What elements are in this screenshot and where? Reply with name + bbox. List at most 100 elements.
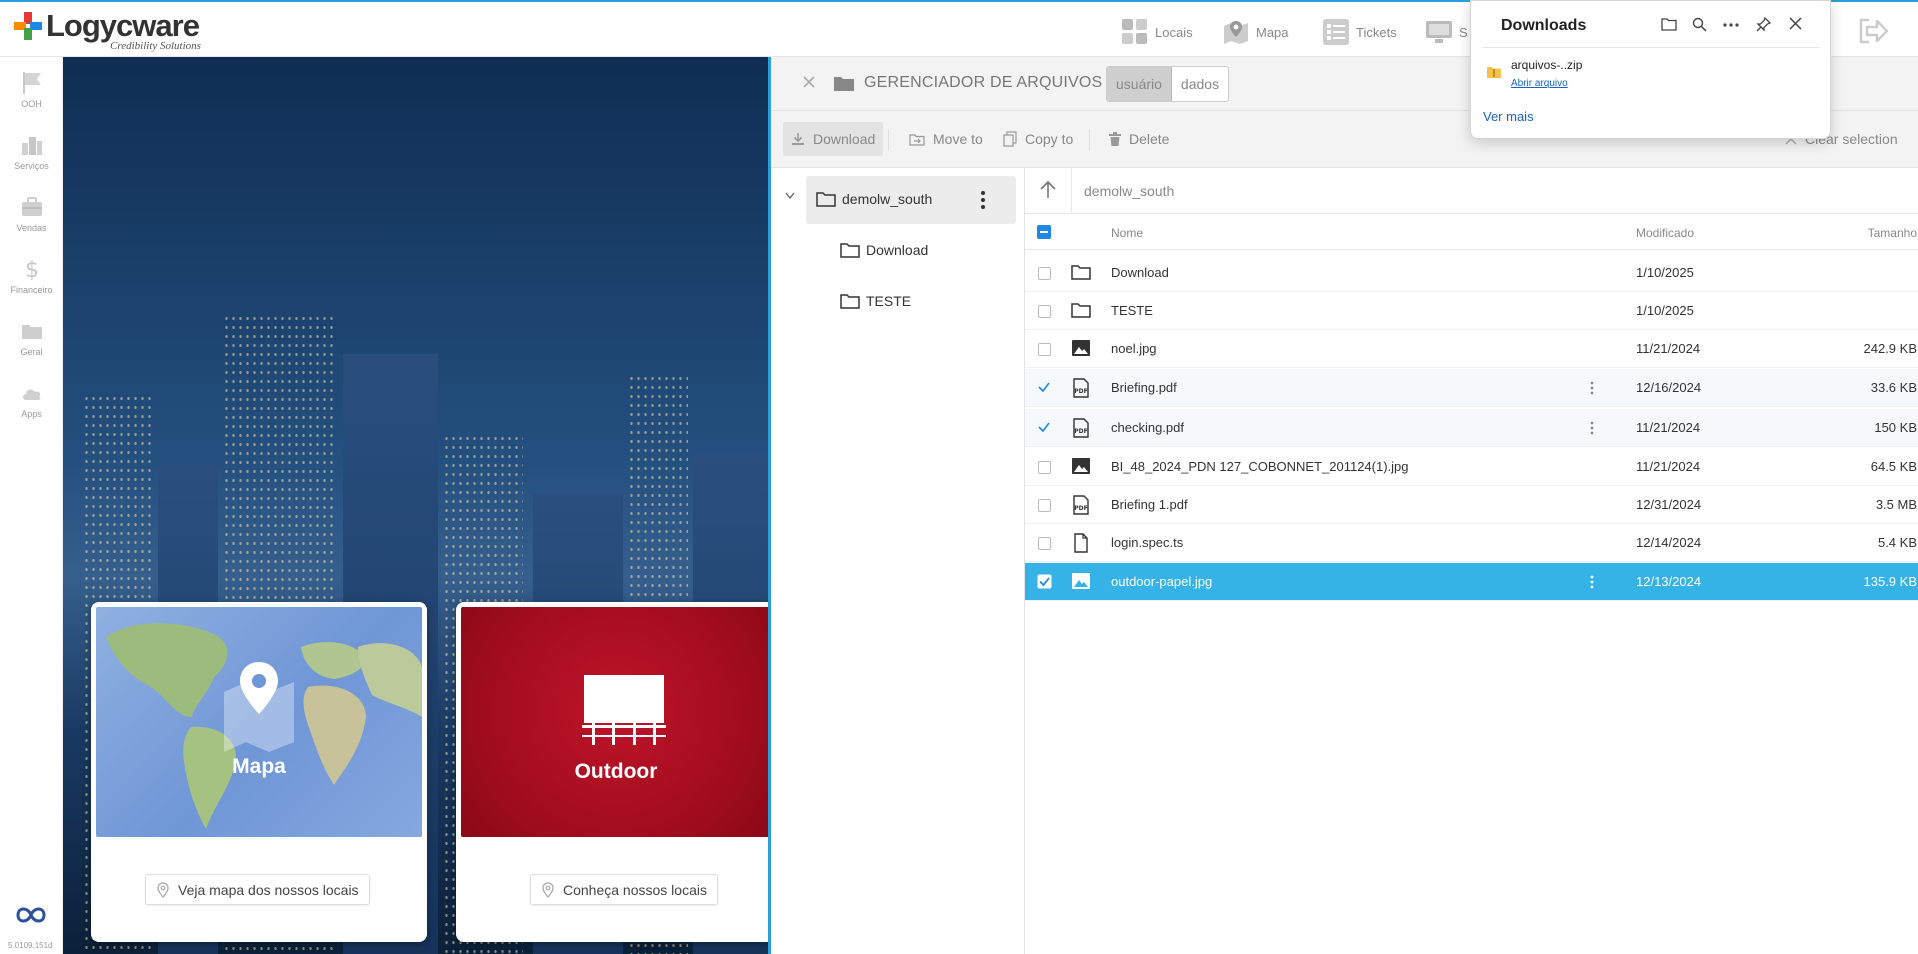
checkmark-icon[interactable] [1037,380,1051,394]
arrow-up-icon[interactable] [1039,180,1057,200]
move-label: Move to [933,131,983,147]
more-vert-icon[interactable] [1590,381,1594,395]
topnav-s[interactable]: S [1425,14,1468,50]
image-icon [1072,458,1090,474]
sidebar-item-financeiro[interactable]: $ Financeiro [0,257,63,295]
topnav-tickets[interactable]: Tickets [1322,14,1397,50]
hero-background: Mapa Veja mapa dos nossos locais Outdoor… [63,57,769,954]
sidebar-item-label: Apps [21,409,42,419]
select-all-checkbox[interactable] [1037,225,1051,239]
download-button[interactable]: Download [783,122,884,156]
file-size: 242.9 KB [1863,341,1918,356]
pdf-icon: PDF [1073,378,1089,398]
pdf-icon: PDF [1073,418,1089,438]
sidebar-item-ooh[interactable]: OOH [0,71,63,109]
sidebar-item-label: Financeiro [10,285,53,295]
tree-item-label: Download [866,242,929,258]
file-row[interactable]: login.spec.ts 12/14/2024 5.4 KB [1025,524,1918,562]
monitor-icon [1426,21,1452,43]
card-button-label: Conheça nossos locais [563,881,707,898]
file-row[interactable]: TESTE 1/10/2025 [1025,292,1918,330]
data-source-toggle: usuário dados [1106,66,1230,102]
file-size: 150 KB [1874,420,1917,435]
sidebar-item-geral[interactable]: Geral [0,319,63,357]
search-icon[interactable] [1692,17,1707,32]
folder-open-icon[interactable] [1661,17,1677,31]
location-pin-icon [542,881,554,898]
copy-to-button[interactable]: Copy to [995,122,1081,156]
outdoor-locations-button[interactable]: Conheça nossos locais [530,874,718,905]
tree-root-folder[interactable]: demolw_south [806,176,1016,224]
file-row[interactable]: PDF Briefing 1.pdf 12/31/2024 3.5 MB [1025,486,1918,524]
brand-tagline: Credibility Solutions [110,40,201,52]
popup-divider [1483,47,1820,48]
download-icon [792,133,804,145]
file-row[interactable]: Download 1/10/2025 [1025,254,1918,292]
file-row[interactable]: BI_48_2024_PDN 127_COBONNET_201124(1).jp… [1025,448,1918,486]
checkbox-checked[interactable] [1037,574,1052,589]
file-modified: 12/16/2024 [1636,380,1702,395]
row-checkbox[interactable] [1038,305,1051,318]
folder-icon [834,77,854,91]
tree-root-name: demolw_south [842,191,933,207]
chevron-down-icon[interactable] [785,192,795,200]
file-row[interactable]: PDF Briefing.pdf 12/16/2024 33.6 KB [1025,369,1918,407]
sidebar-item-apps[interactable]: Apps [0,381,63,419]
column-name[interactable]: Nome [1111,226,1143,240]
sidebar-item-vendas[interactable]: Vendas [0,195,63,233]
tree-item-teste[interactable]: TESTE [840,292,911,310]
topnav-mapa[interactable]: Mapa [1222,14,1289,50]
logout-icon[interactable] [1857,16,1889,46]
map-locations-button[interactable]: Veja mapa dos nossos locais [145,874,370,905]
move-to-button[interactable]: Move to [901,122,991,156]
delete-label: Delete [1129,131,1170,147]
row-checkbox[interactable] [1038,343,1051,356]
more-horiz-icon[interactable] [1723,23,1739,27]
file-list: demolw_south Nome Modificado Tamanho Dow… [1025,168,1918,954]
folder-icon [1071,265,1091,280]
tree-root-label: demolw_south [816,190,932,208]
file-row[interactable]: outdoor-papel.jpg 12/13/2024 135.9 KB [1025,563,1918,601]
see-more-link[interactable]: Ver mais [1483,109,1534,124]
download-filename[interactable]: arquivos-..zip [1511,58,1582,72]
file-modified: 11/21/2024 [1636,459,1701,474]
file-name: TESTE [1111,303,1153,318]
row-checkbox[interactable] [1038,267,1051,280]
file-row[interactable]: noel.jpg 11/21/2024 242.9 KB [1025,330,1918,368]
map-icon [1224,21,1248,44]
file-modified: 11/21/2024 [1636,420,1701,435]
file-name: Briefing 1.pdf [1111,497,1188,512]
delete-button[interactable]: Delete [1101,122,1177,156]
folder-icon [21,325,42,339]
file-modified: 12/31/2024 [1636,497,1702,512]
card-outdoor[interactable]: Outdoor Conheça nossos locais [456,602,769,942]
more-vert-icon[interactable] [1590,421,1594,435]
sidebar-item-servicos[interactable]: Serviços [0,133,63,171]
close-icon[interactable] [1789,17,1802,30]
row-checkbox[interactable] [1038,461,1051,474]
file-row[interactable]: PDF checking.pdf 11/21/2024 150 KB [1025,409,1918,447]
sidebar: OOH Serviços Vendas $ Financeiro Geral A… [0,57,63,954]
topnav-locais[interactable]: Locais [1121,14,1193,50]
segment-usuario[interactable]: usuário [1107,67,1172,101]
file-name: noel.jpg [1111,341,1157,356]
segment-dados[interactable]: dados [1171,67,1229,101]
close-icon[interactable] [801,74,817,90]
file-manager-title: GERENCIADOR DE ARQUIVOS [864,74,1103,91]
checkmark-icon[interactable] [1037,420,1051,434]
map-pin-icon [224,662,294,752]
column-modified[interactable]: Modificado [1636,226,1694,240]
sidebar-item-label: Serviços [14,161,49,171]
tree-item-download[interactable]: Download [840,241,928,259]
row-checkbox[interactable] [1038,537,1051,550]
more-vert-icon[interactable] [1590,575,1594,589]
more-vert-icon[interactable] [980,190,986,210]
folder-icon [840,243,860,258]
pin-icon[interactable] [1756,17,1771,32]
folder-icon [840,294,860,309]
dollar-icon: $ [25,258,39,281]
row-checkbox[interactable] [1038,499,1051,512]
card-mapa[interactable]: Mapa Veja mapa dos nossos locais [91,602,427,942]
column-size[interactable]: Tamanho [1868,226,1917,240]
open-file-link[interactable]: Abrir arquivo [1511,78,1568,89]
